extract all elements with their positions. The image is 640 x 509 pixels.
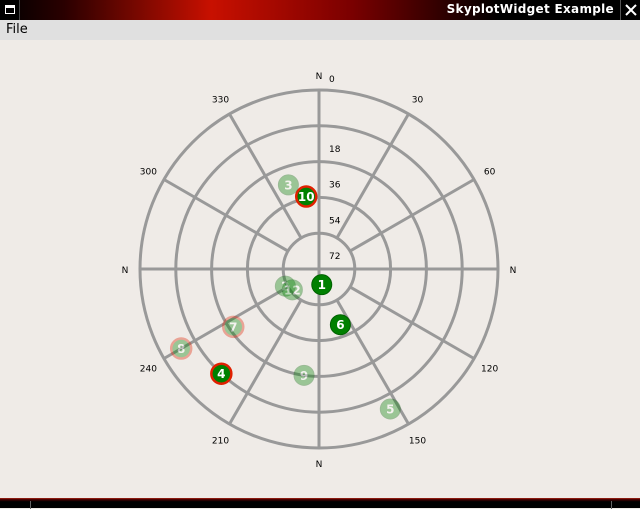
title-bar[interactable]: SkyplotWidget Example [0,0,640,20]
satellite-4[interactable]: 4 [210,362,233,385]
azimuth-label: 300 [140,168,157,178]
elevation-label: 72 [329,252,340,262]
window-title: SkyplotWidget Example [446,2,614,16]
satellite-label: 10 [298,190,315,204]
satellite-label: 7 [229,320,237,334]
azimuth-label: 60 [484,168,496,178]
menu-bar: File [0,20,640,40]
elevation-label: 0 [329,75,335,85]
satellite-label: 1 [318,278,326,292]
satellite-7[interactable]: 7 [222,315,245,339]
azimuth-spoke-30 [335,113,410,239]
satellite-8[interactable]: 8 [169,337,193,360]
azimuth-label: 330 [212,95,229,105]
window-icon [5,5,15,14]
azimuth-label: 210 [212,437,229,447]
elevation-label: 54 [329,216,341,226]
elevation-label: 36 [329,181,341,191]
cardinal-label: N [316,460,323,470]
azimuth-label: 30 [412,95,424,105]
azimuth-spoke-300 [163,178,289,253]
skyplot-widget[interactable]: 0 18 36 54 72 N N N N 30 60 120 150 210 240 300 330 1 6 4 10… [0,40,640,498]
satellite-label: 5 [386,402,394,416]
satellite-5[interactable]: 5 [379,398,401,420]
azimuth-label: 120 [481,365,498,375]
cardinal-label: N [122,266,129,276]
satellite-label: 8 [177,342,185,356]
window-menu-button[interactable] [0,0,20,20]
satellite-6[interactable]: 6 [329,314,351,336]
status-bar [0,498,640,509]
satellite-12[interactable]: 12 [281,279,303,301]
satellite-1[interactable]: 1 [311,274,333,296]
satellite-label: 4 [217,367,225,381]
satellite-label: 6 [336,318,344,332]
close-button[interactable] [620,0,640,20]
azimuth-label: 240 [140,365,157,375]
close-icon [625,4,637,16]
satellite-label: 9 [300,369,308,383]
satellite-9[interactable]: 9 [293,364,315,386]
satellite-10[interactable]: 10 [294,185,318,208]
azimuth-label: 150 [409,437,426,447]
elevation-label: 18 [329,145,341,155]
satellite-label: 12 [284,283,301,297]
azimuth-spoke-120 [349,285,475,360]
azimuth-spoke-60 [349,178,475,253]
menu-file[interactable]: File [6,22,28,37]
satellite-3[interactable]: 3 [277,174,299,196]
satellite-label: 3 [284,178,292,192]
cardinal-label: N [316,72,323,82]
cardinal-label: N [510,266,517,276]
